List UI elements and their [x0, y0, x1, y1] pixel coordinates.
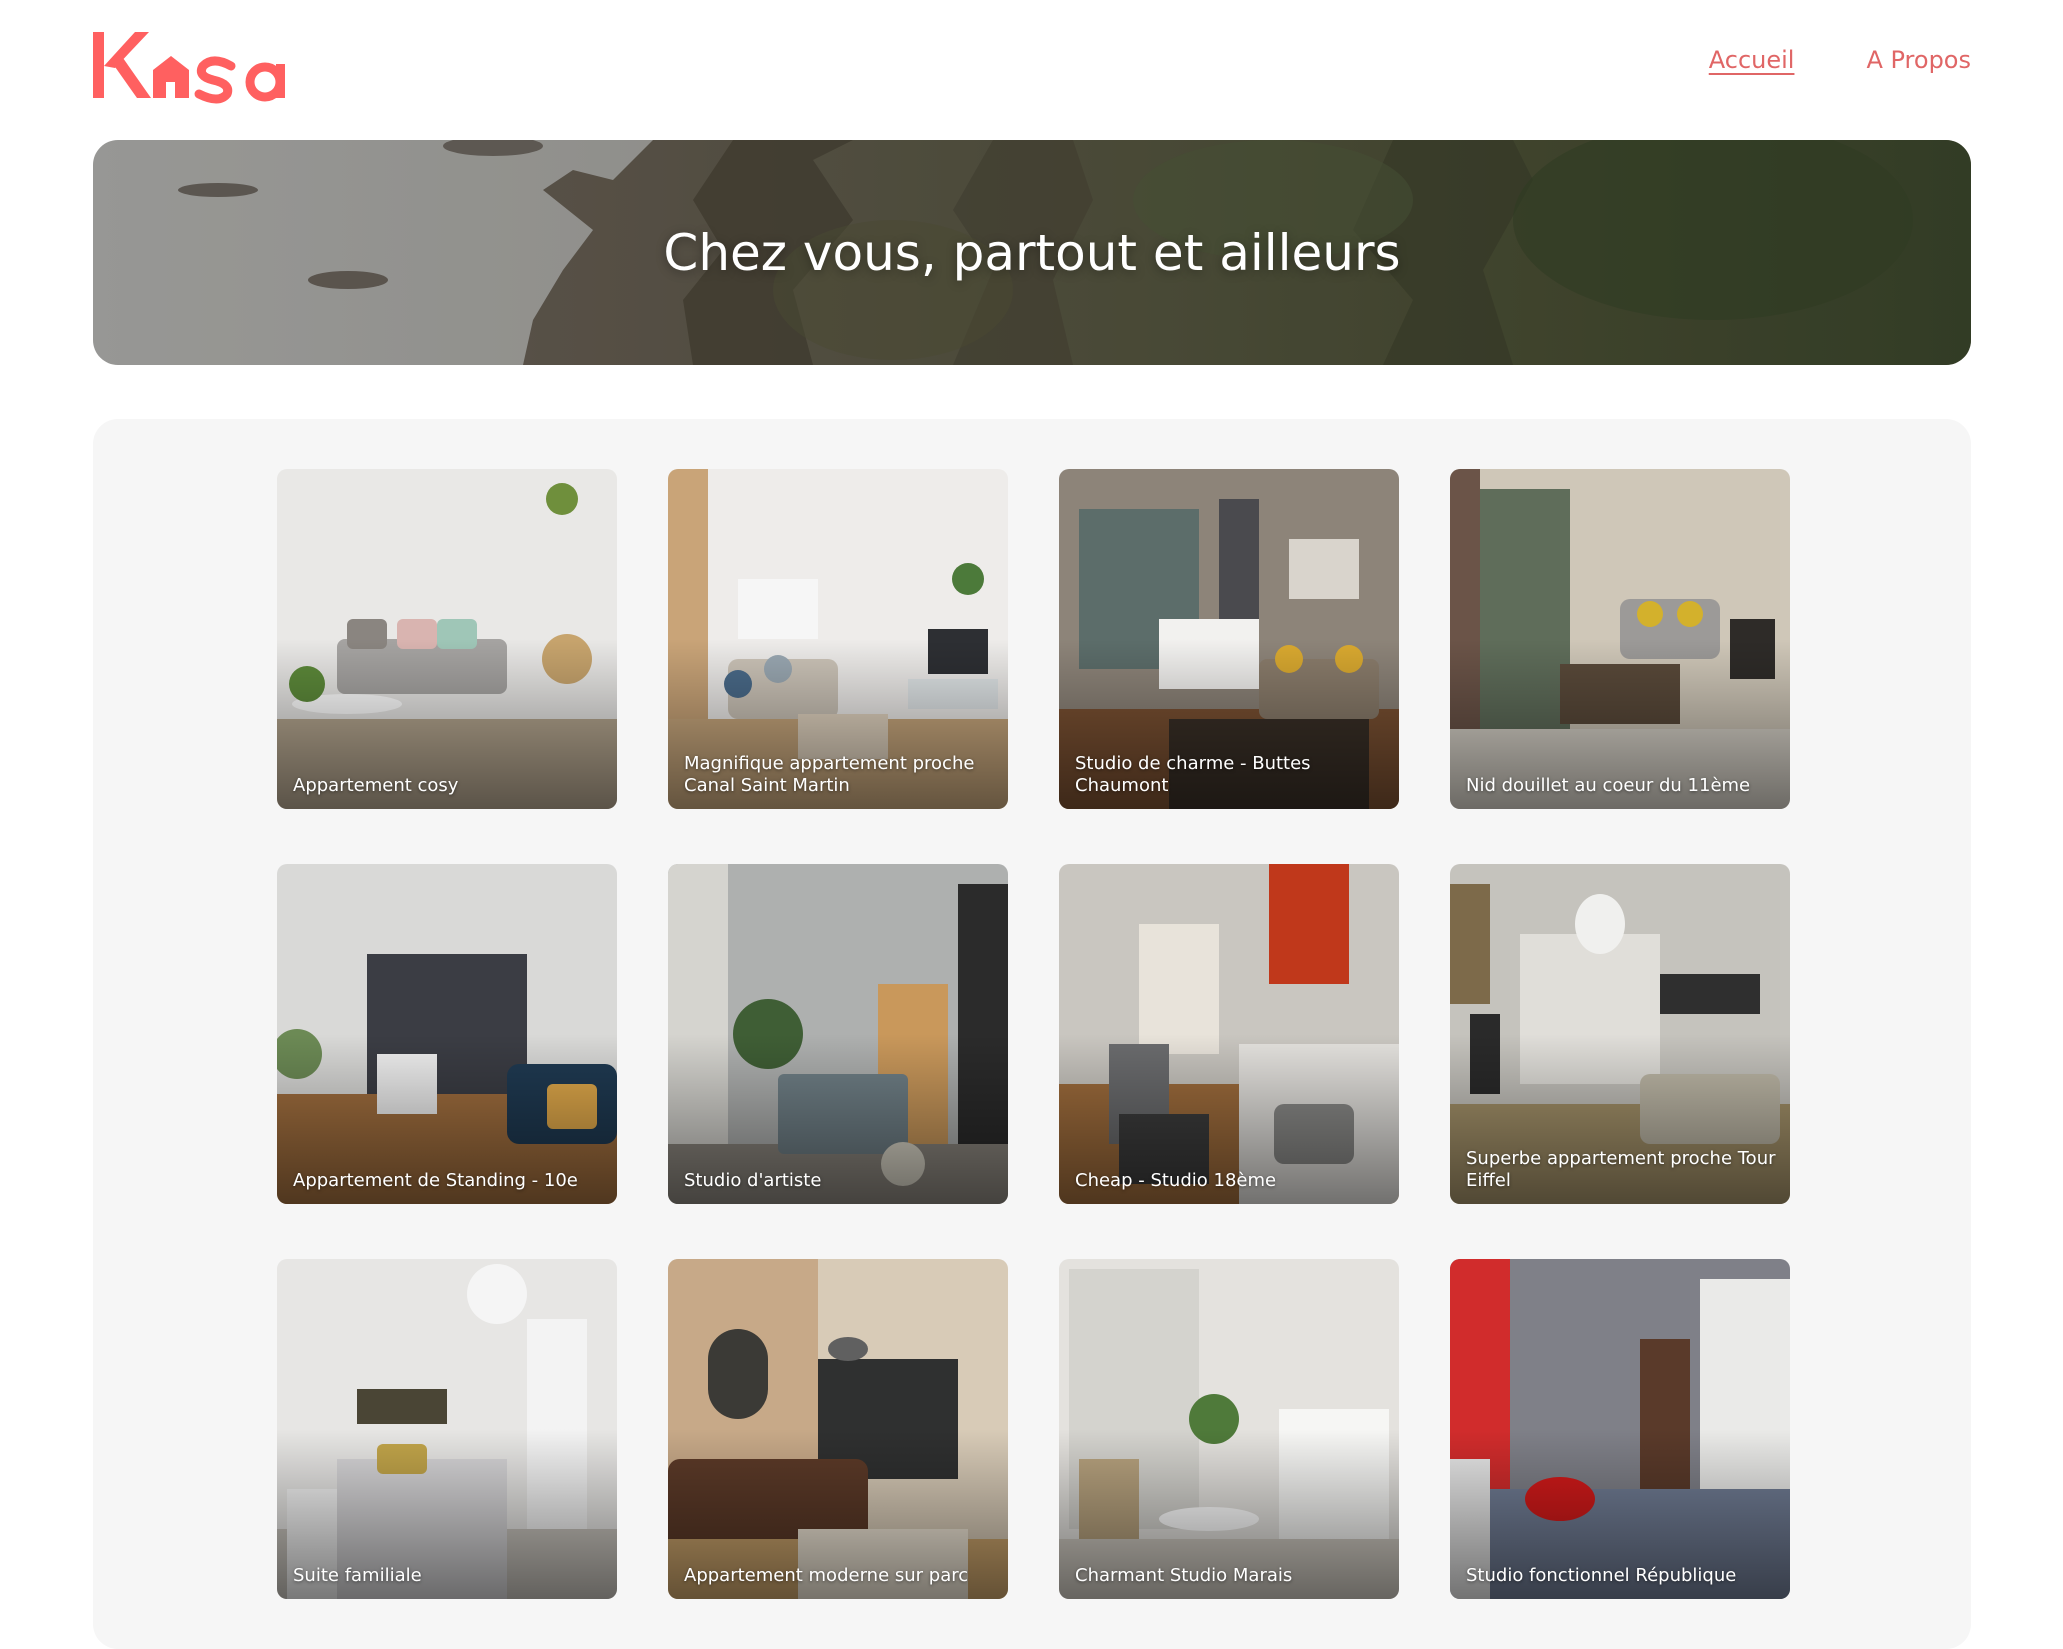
- listing-card[interactable]: Studio d'artiste: [668, 864, 1008, 1204]
- banner-title: Chez vous, partout et ailleurs: [663, 223, 1401, 282]
- listing-card[interactable]: Appartement de Standing - 10e: [277, 864, 617, 1204]
- listing-card[interactable]: Magnifique appartement proche Canal Sain…: [668, 469, 1008, 809]
- listing-title: Suite familiale: [293, 1565, 422, 1586]
- listing-title: Cheap - Studio 18ème: [1075, 1170, 1277, 1191]
- listing-title: Superbe appartement proche Tour Eiffel: [1466, 1148, 1776, 1191]
- listing-card[interactable]: Appartement cosy: [277, 469, 617, 809]
- listing-title: Studio de charme - Buttes Chaumont: [1075, 753, 1311, 796]
- listing-card[interactable]: Superbe appartement proche Tour Eiffel: [1450, 864, 1790, 1204]
- listing-title: Charmant Studio Marais: [1075, 1565, 1293, 1586]
- listing-title: Appartement de Standing - 10e: [293, 1170, 578, 1191]
- listing-title: Studio d'artiste: [684, 1170, 822, 1191]
- hero-banner: Chez vous, partout et ailleurs: [93, 140, 1971, 365]
- listing-card[interactable]: Suite familiale: [277, 1259, 617, 1599]
- listing-title: Nid douillet au coeur du 11ème: [1466, 775, 1751, 796]
- listing-card[interactable]: Appartement moderne sur parc: [668, 1259, 1008, 1599]
- listing-title: Appartement moderne sur parc: [684, 1565, 969, 1586]
- kasa-logo[interactable]: [93, 22, 333, 112]
- listing-card[interactable]: Studio de charme - Buttes Chaumont: [1059, 469, 1399, 809]
- listings-gallery: Appartement cosy Magnifique appartement …: [93, 419, 1971, 1649]
- site-header: Accueil A Propos: [93, 22, 1971, 112]
- listing-card[interactable]: Studio fonctionnel République: [1450, 1259, 1790, 1599]
- listing-title: Studio fonctionnel République: [1466, 1565, 1737, 1586]
- main-nav: Accueil A Propos: [1709, 46, 1971, 74]
- listing-title: Magnifique appartement proche Canal Sain…: [684, 753, 975, 796]
- listing-card[interactable]: Nid douillet au coeur du 11ème: [1450, 469, 1790, 809]
- nav-link-a-propos[interactable]: A Propos: [1866, 46, 1971, 74]
- nav-link-accueil[interactable]: Accueil: [1709, 46, 1795, 74]
- listing-card[interactable]: Charmant Studio Marais: [1059, 1259, 1399, 1599]
- listing-card[interactable]: Cheap - Studio 18ème: [1059, 864, 1399, 1204]
- listing-title: Appartement cosy: [293, 775, 459, 796]
